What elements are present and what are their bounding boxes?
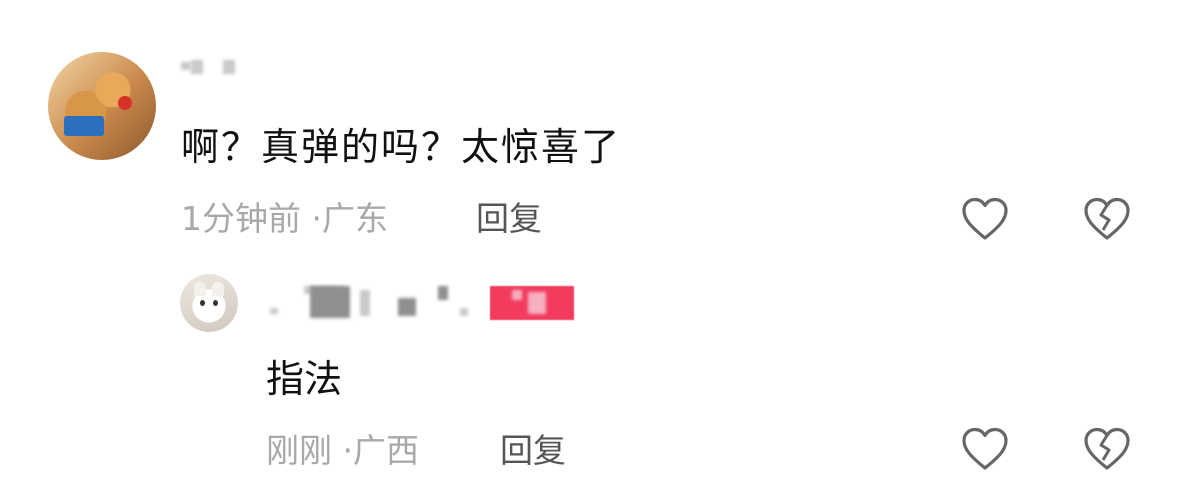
reply-button[interactable]: 回复 [476, 202, 542, 235]
reply-comment-item: 指法 刚刚 ·广西 回复 [0, 260, 1179, 504]
reply-button[interactable]: 回复 [500, 434, 566, 467]
comment-time: 刚刚 [266, 431, 332, 470]
dislike-button[interactable] [1082, 426, 1132, 472]
broken-heart-icon [1084, 197, 1130, 240]
comment-meta: 刚刚 ·广西 [266, 434, 419, 467]
heart-outline-icon [962, 427, 1008, 470]
comment-text: 指法 [266, 357, 343, 401]
broken-heart-icon [1084, 427, 1130, 470]
comment-time: 1分钟前 [181, 199, 301, 238]
heart-outline-icon [962, 197, 1008, 240]
comment-location: 广西 [353, 431, 419, 470]
comment-item: 啊？真弹的吗？太惊喜了 1分钟前 ·广东 回复 [0, 0, 1179, 260]
username-blurred[interactable] [181, 54, 251, 94]
dislike-button[interactable] [1082, 196, 1132, 242]
comment-location: 广东 [322, 199, 388, 238]
meta-separator: · [311, 199, 323, 238]
avatar[interactable] [48, 52, 156, 160]
meta-separator: · [342, 431, 354, 470]
avatar-detail [64, 116, 104, 136]
avatar-detail [118, 96, 132, 110]
like-button[interactable] [960, 196, 1010, 242]
comment-text: 啊？真弹的吗？太惊喜了 [181, 125, 622, 169]
comment-meta: 1分钟前 ·广东 [181, 202, 388, 235]
avatar[interactable] [180, 274, 238, 332]
like-button[interactable] [960, 426, 1010, 472]
